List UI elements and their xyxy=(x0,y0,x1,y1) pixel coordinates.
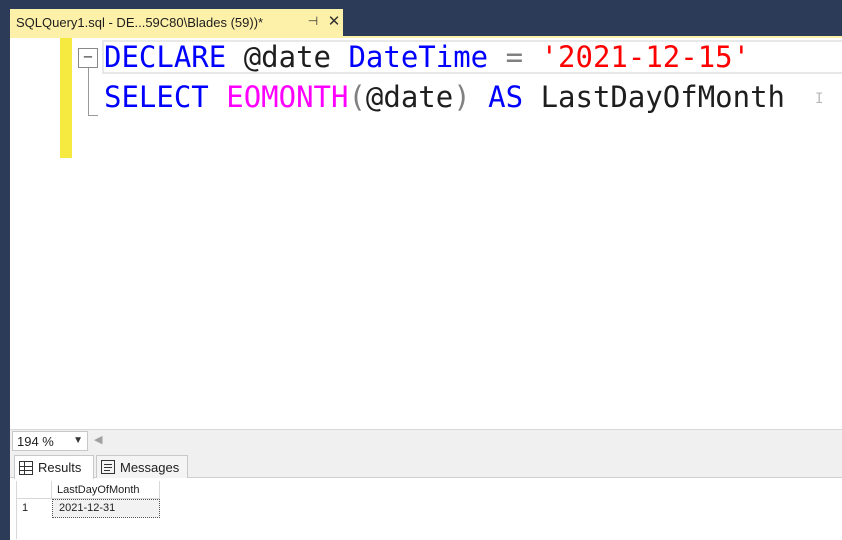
document-tab-title: SQLQuery1.sql - DE...59C80\Blades (59))* xyxy=(16,15,264,30)
variable-name: @date xyxy=(243,40,331,74)
pin-icon[interactable]: ⊣ xyxy=(306,14,320,30)
function-name: EOMONTH xyxy=(226,80,349,114)
column-alias: LastDayOfMonth xyxy=(540,80,785,114)
grid-corner-header[interactable] xyxy=(16,481,52,499)
chevron-down-icon[interactable]: ▼ xyxy=(73,435,83,446)
tab-results-label: Results xyxy=(38,460,82,475)
tab-messages-label: Messages xyxy=(120,459,180,475)
close-icon[interactable]: ✕ xyxy=(326,12,342,32)
paren-close: ) xyxy=(453,80,471,114)
function-argument: @date xyxy=(365,80,454,114)
text-cursor-icon: I xyxy=(815,91,824,107)
grid-icon xyxy=(19,460,33,475)
row-number[interactable]: 1 xyxy=(16,499,52,518)
scroll-left-icon[interactable]: ◀ xyxy=(94,433,102,446)
keyword-declare: DECLARE xyxy=(104,40,227,74)
query-editor[interactable]: − DECLARE @date DateTime = '2021-12-15' … xyxy=(10,38,842,428)
zoom-dropdown[interactable]: 194 % ▼ xyxy=(12,431,88,451)
outline-line xyxy=(88,68,89,115)
editor-margin xyxy=(10,38,52,428)
keyword-select: SELECT xyxy=(104,80,209,114)
change-tracking-bar xyxy=(60,38,72,158)
column-header[interactable]: LastDayOfMonth xyxy=(52,481,160,499)
zoom-bar: 194 % ▼ ◀ xyxy=(10,429,842,451)
code-line-2: SELECT EOMONTH(@date) AS LastDayOfMonth xyxy=(104,80,785,114)
paren-open: ( xyxy=(348,80,366,114)
outline-tick xyxy=(88,115,98,116)
code-line-1: DECLARE @date DateTime = '2021-12-15' xyxy=(104,40,750,74)
grid-cell[interactable]: 2021-12-31 xyxy=(52,499,160,518)
messages-icon xyxy=(101,460,115,474)
tab-messages[interactable]: Messages xyxy=(96,455,188,478)
results-tab-strip: Results Messages xyxy=(10,451,842,479)
tab-results[interactable]: Results xyxy=(14,455,94,479)
string-literal: '2021-12-15' xyxy=(540,40,751,74)
zoom-value: 194 % xyxy=(17,433,54,449)
results-pane: Results Messages LastDayOfMonth 1 2021-1… xyxy=(10,451,842,540)
document-tab-strip: SQLQuery1.sql - DE...59C80\Blades (59))*… xyxy=(0,0,842,38)
datatype-keyword: DateTime xyxy=(348,40,489,74)
document-tab[interactable]: SQLQuery1.sql - DE...59C80\Blades (59))*… xyxy=(10,9,343,36)
outer-frame xyxy=(0,0,10,540)
keyword-as: AS xyxy=(488,80,524,114)
operator-equals: = xyxy=(505,40,524,74)
collapse-icon[interactable]: − xyxy=(78,48,98,68)
